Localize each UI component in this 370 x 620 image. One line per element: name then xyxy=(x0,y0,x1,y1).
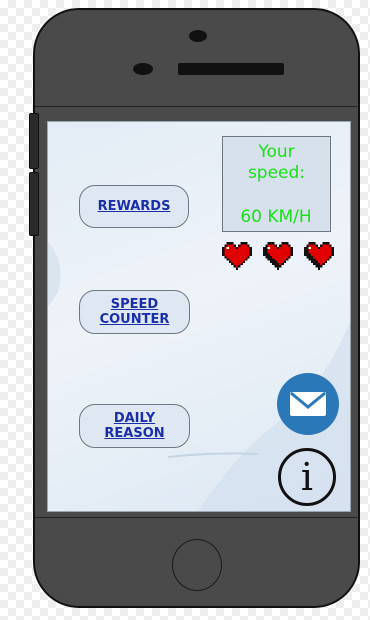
envelope-icon xyxy=(290,391,326,416)
mail-button[interactable] xyxy=(277,373,339,435)
daily-reason-button[interactable]: DAILY REASON xyxy=(79,404,190,448)
home-button[interactable] xyxy=(172,539,222,591)
heart-icon xyxy=(263,242,293,270)
heart-icon xyxy=(222,242,252,270)
volume-down-button xyxy=(29,172,39,236)
top-bezel-divider xyxy=(35,106,357,107)
speed-value: 60 KM/H xyxy=(240,207,312,227)
speed-label: Your speed: xyxy=(247,142,306,183)
speaker-grille xyxy=(178,63,284,75)
info-icon: i xyxy=(300,455,314,499)
speed-display: Your speed: 60 KM/H xyxy=(222,136,331,232)
rewards-button[interactable]: REWARDS xyxy=(79,185,189,228)
volume-up-button xyxy=(29,113,39,169)
bottom-bezel-divider xyxy=(35,517,357,518)
speed-counter-button[interactable]: SPEED COUNTER xyxy=(79,290,190,334)
app-screen: REWARDS SPEED COUNTER DAILY REASON Your … xyxy=(47,121,351,512)
camera-icon xyxy=(189,30,207,42)
front-sensor-icon xyxy=(133,63,153,75)
heart-icon xyxy=(304,242,334,270)
info-button[interactable]: i xyxy=(278,448,336,506)
